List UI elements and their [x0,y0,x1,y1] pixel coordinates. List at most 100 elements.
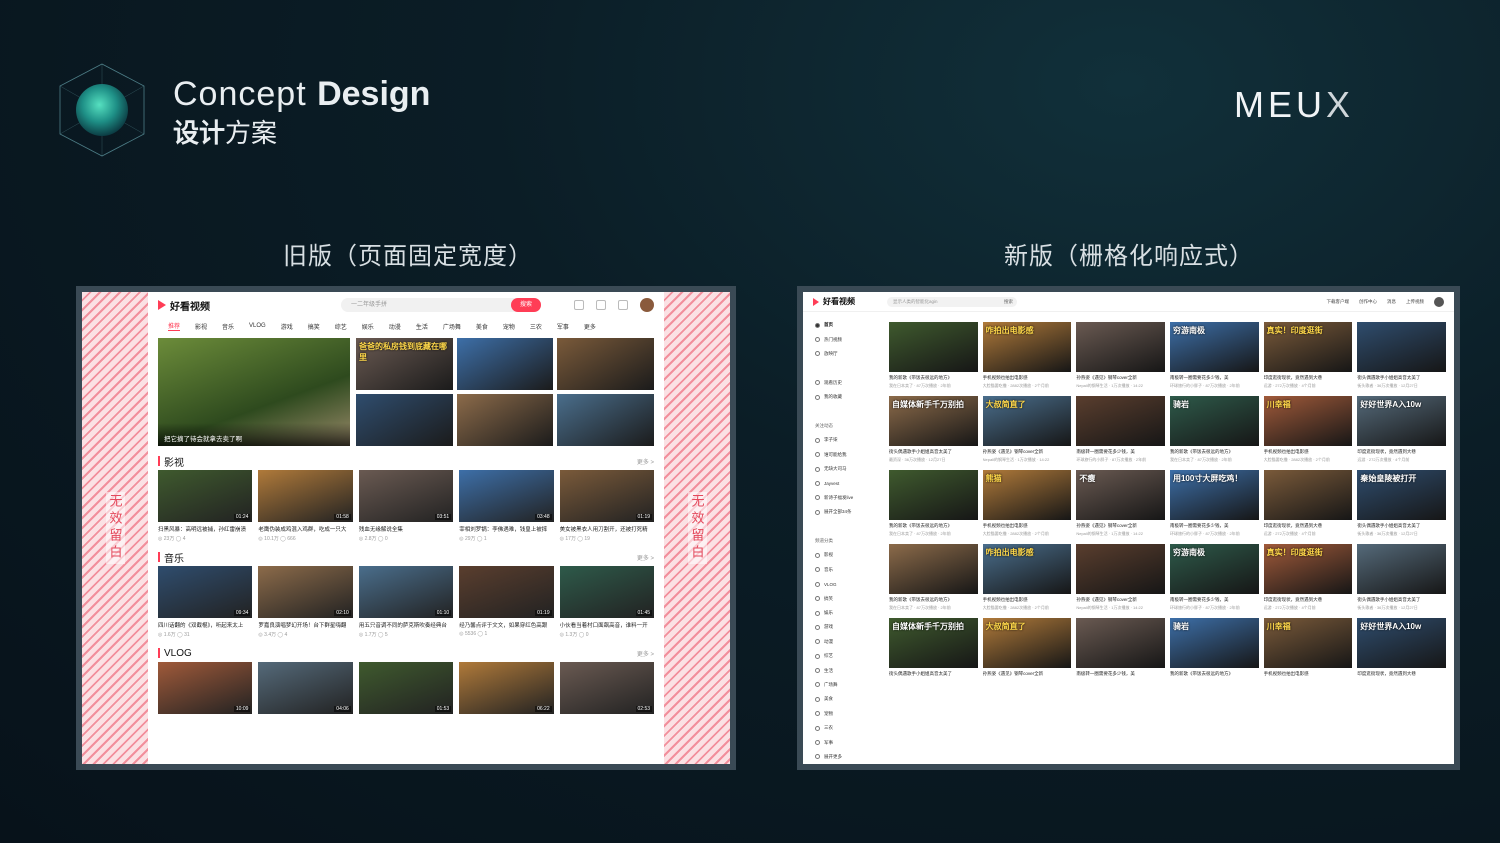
video-card[interactable]: 大叔简直了 孙燕姿《遇见》钢琴cover全新 [982,618,1072,679]
sidebar-item[interactable]: 综艺 [815,649,881,663]
video-card[interactable]: 06:22 [459,662,554,719]
video-title[interactable]: 孙燕姿《遇见》钢琴cover全新 [983,449,1072,455]
top-link[interactable]: 创作中心 [1359,299,1377,305]
video-thumbnail[interactable]: 真实！印度逛街 [1263,322,1353,372]
video-thumbnail[interactable]: 穷游南极 [1169,544,1259,594]
video-card[interactable]: 不瘦 孙燕姿《遇见》钢琴cover全新 Nepali的钢琴生活 · 1万次播放 · … [1076,470,1165,537]
video-card[interactable]: 川幸福手机视频也拍出电影感 [1263,618,1353,679]
sidebar-item[interactable]: 观看历史 [815,376,881,390]
video-thumbnail[interactable]: 01:58 [258,470,353,522]
video-title[interactable]: 手机视频也拍出电影感 [983,375,1072,381]
new-search-button[interactable]: 搜索 [1004,297,1013,307]
video-thumbnail[interactable]: 01:19 [459,566,554,618]
live-icon[interactable] [618,300,628,310]
video-card[interactable]: 我的新歌《带饭去很远的地方》 我在日本卖了 · 87万次播放 · 2年前 [889,322,978,389]
video-title[interactable]: 我的新歌《带饭去很远的地方》 [1170,671,1259,677]
video-title[interactable]: 印度逛街现状，竟然遇到大巷 [1264,597,1353,603]
video-thumbnail[interactable] [1076,544,1165,594]
video-thumbnail[interactable]: 大叔简直了 [982,396,1072,446]
video-card[interactable]: 秦始皇陵被打开 街头偶遇歌手小姐姐高音太美了 街头歌者 · 36万次播放 · 12月… [1357,470,1446,537]
old-logo[interactable]: 好看视频 [158,298,210,313]
video-card[interactable]: 03:51 残血无缘解说全集 ◎ 2.8万 ◯ 0 [358,470,454,542]
hero-video[interactable]: 把它摘了待会就拿去卖了啊 [158,338,350,446]
video-title[interactable]: 手机视频也拍出电影感 [983,597,1072,603]
sidebar-item[interactable]: 军事 [815,735,881,749]
video-title[interactable]: 街头偶遇歌手小姐姐高音太美了 [1357,375,1446,381]
sidebar-item[interactable]: 首页 [815,318,881,332]
sidebar-item[interactable]: 游戏 [815,620,881,634]
video-card[interactable]: 我的新歌《带饭去很远的地方》 我在日本卖了 · 87万次播放 · 2年前 [889,544,978,611]
sidebar-item[interactable]: 谁可能给我 [815,448,881,462]
video-card[interactable]: 好好世界A入10w 印度逛街现状，竟然遇到大巷 [1357,618,1446,679]
sidebar-item[interactable]: 广场舞 [815,678,881,692]
video-title[interactable]: 手机视频也拍出电影感 [1264,671,1353,677]
sidebar-item[interactable]: 三农 [815,721,881,735]
video-card[interactable]: 印度逛街现状，竟然遇到大巷 远游 · 272万次播放 · 4个月前 [1263,470,1353,537]
video-title[interactable]: 印度逛街现状，竟然遇到大巷 [1264,375,1353,381]
more-link[interactable]: 更多 > [637,457,654,466]
sidebar-item[interactable]: VLOG [815,577,881,591]
video-title[interactable]: 南极转一圈需要花多少钱，美 [1076,449,1165,455]
nav-tab[interactable]: 影视 [195,322,207,331]
video-thumbnail[interactable] [1263,470,1353,520]
top-link[interactable]: 下载客户端 [1327,299,1350,305]
sidebar-item[interactable]: 影视 [815,548,881,562]
nav-tab[interactable]: 娱乐 [362,322,374,331]
video-card[interactable]: 03:48 宰相刘罗锅：李佛遇难，钱皇上被摔 ◎ 29万 ◯ 1 [459,470,554,542]
sidebar-item[interactable]: 频道分类 [815,534,881,548]
video-title[interactable]: 我的新歌《带饭去很远的地方》 [889,597,978,603]
hero-tile[interactable] [456,394,554,446]
video-title[interactable]: 孙燕姿《遇见》钢琴cover全新 [1076,375,1165,381]
video-thumbnail[interactable] [1357,544,1446,594]
video-thumbnail[interactable] [889,322,978,372]
video-thumbnail[interactable]: 01:19 [559,470,655,522]
video-title[interactable]: 四川话翻的《双截棍》，听起来太上 [158,621,252,629]
video-card[interactable]: 孙燕姿《遇见》钢琴cover全新 Nepali的钢琴生活 · 1万次播放 · 14… [1076,544,1165,611]
video-thumbnail[interactable]: 01:10 [358,566,454,618]
video-card[interactable]: 真实！印度逛街 印度逛街现状，竟然遇到大巷 远游 · 272万次播放 · 4个月前 [1263,544,1353,611]
nav-tab[interactable]: 三农 [530,322,542,331]
sidebar-item[interactable]: 我的收藏 [815,390,881,404]
video-thumbnail[interactable] [889,544,978,594]
video-card[interactable]: 南极转一圈需要花多少钱，美 [1076,618,1165,679]
video-card[interactable]: 01:19 美女被黑衣人用刀割开，还被打死精 ◎ 17万 ◯ 19 [559,470,655,542]
video-card[interactable]: 街头偶遇歌手小姐姐高音太美了 街头歌者 · 36万次播放 · 12月27日 [1357,322,1446,389]
nav-tab[interactable]: 搞笑 [308,322,320,331]
video-title[interactable]: 经乃馨点评于文文，如果穿红色高跟 [459,621,553,629]
video-title[interactable]: 南极转一圈需要花多少钱，美 [1076,671,1165,677]
video-thumbnail[interactable] [1357,322,1446,372]
nav-tab[interactable]: 推荐 [168,321,181,331]
video-card[interactable]: 川幸福 手机视频也拍出电影感 大脸猫要吃撸 · 2882次播放 · 2个月前 [1263,396,1353,463]
video-thumbnail[interactable]: 秦始皇陵被打开 [1357,470,1446,520]
client-icon[interactable] [596,300,606,310]
video-thumbnail[interactable]: 大叔简直了 [982,618,1072,668]
video-thumbnail[interactable]: 川幸福 [1263,618,1353,668]
hero-tile[interactable] [557,394,654,446]
video-title[interactable]: 印度逛街现状，竟然遇到大巷 [1264,523,1353,529]
video-card[interactable]: 01:45 小伙看当着村口面飙高音，谁料一开 ◎ 1.3万 ◯ 0 [559,566,655,638]
video-card[interactable]: 自媒体新手千万别拍 街头偶遇歌手小姐姐高音太美了 [889,618,978,679]
video-title[interactable]: 罗嘉良演唱梦幻开场！台下群星嗨翻 [258,621,352,629]
video-thumbnail[interactable]: 骑岩 [1169,618,1259,668]
hero-tile[interactable] [456,338,554,390]
video-title[interactable]: 南极转一圈需要花多少钱，美 [1170,523,1259,529]
video-card[interactable]: 10:09 [158,662,253,719]
sidebar-item[interactable]: 放映厅 [815,347,881,361]
video-title[interactable]: 手机视频也拍出电影感 [983,523,1072,529]
video-title[interactable]: 孙燕姿《遇见》钢琴cover全新 [1076,523,1165,529]
video-card[interactable]: 咋拍出电影感 手机视频也拍出电影感 大脸猫要吃撸 · 2882次播放 · 2个月前 [982,322,1072,389]
video-card[interactable]: 01:53 [358,662,454,719]
video-card[interactable]: 我的新歌《带饭去很远的地方》 我在日本卖了 · 87万次播放 · 2年前 [889,470,978,537]
video-card[interactable]: 咋拍出电影感 手机视频也拍出电影感 大脸猫要吃撸 · 2882次播放 · 2个月前 [982,544,1072,611]
video-card[interactable]: 骑岩我的新歌《带饭去很远的地方》 [1169,618,1259,679]
sidebar-item[interactable]: 关注动态 [815,419,881,433]
sidebar-item[interactable]: 音乐 [815,563,881,577]
video-thumbnail[interactable]: 09:34 [158,566,253,618]
video-card[interactable]: 南极转一圈需要花多少钱，美 环球旅行的小胖子 · 87万次播放 · 2年前 [1076,396,1165,463]
video-thumbnail[interactable]: 01:53 [358,662,454,714]
video-thumbnail[interactable]: 02:53 [559,662,655,714]
top-link[interactable]: 消息 [1387,299,1396,305]
nav-tab[interactable]: 音乐 [222,322,234,331]
video-title[interactable]: 宰相刘罗锅：李佛遇难，钱皇上被摔 [459,525,553,533]
sidebar-item[interactable]: 热门视频 [815,332,881,346]
